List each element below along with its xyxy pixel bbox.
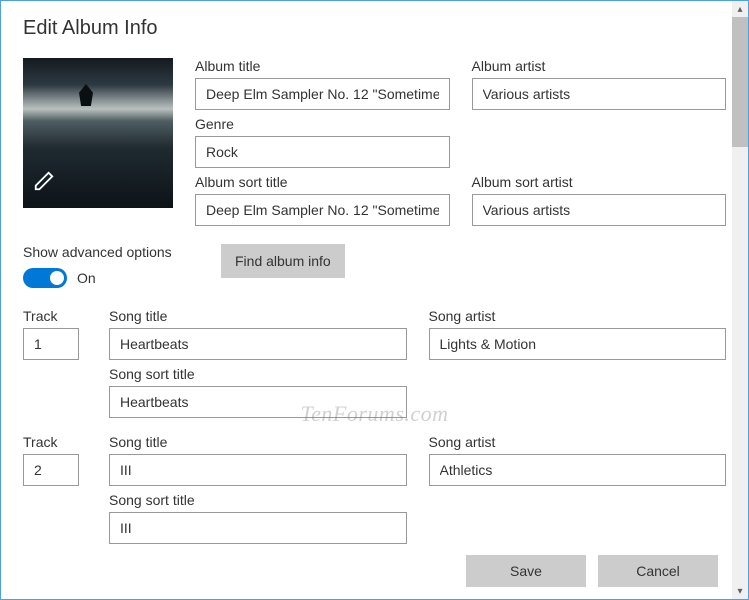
track-header: Track	[23, 434, 87, 450]
page-title: Edit Album Info	[23, 17, 726, 40]
song-artist-col: Song artist	[429, 308, 727, 360]
find-album-info-button[interactable]: Find album info	[221, 244, 345, 278]
track-num-col: Track	[23, 308, 87, 360]
genre-input[interactable]	[195, 136, 450, 168]
album-sort-artist-label: Album sort artist	[472, 174, 727, 190]
scroll-up-icon[interactable]: ▴	[732, 1, 748, 17]
song-artist-input[interactable]	[429, 328, 727, 360]
footer-buttons: Save Cancel	[466, 555, 718, 587]
album-artist-field: Album artist	[472, 58, 727, 110]
album-cover[interactable]	[23, 58, 173, 208]
album-sort-title-input[interactable]	[195, 194, 450, 226]
cancel-button[interactable]: Cancel	[598, 555, 718, 587]
song-sort-title-header: Song sort title	[109, 366, 407, 382]
album-sort-title-field: Album sort title	[195, 174, 450, 226]
album-title-field: Album title	[195, 58, 450, 110]
scroll-thumb[interactable]	[732, 17, 748, 147]
song-title-col: Song title	[109, 308, 407, 360]
song-title-header: Song title	[109, 434, 407, 450]
edit-album-window: Edit Album Info Album title Album artist	[0, 0, 749, 600]
track-row: Track Song title Song artist Song sort t…	[23, 434, 726, 544]
album-sort-artist-input[interactable]	[472, 194, 727, 226]
album-sort-title-label: Album sort title	[195, 174, 450, 190]
pencil-icon[interactable]	[33, 170, 55, 198]
toggle-row: On	[23, 268, 173, 288]
track-header: Track	[23, 308, 87, 324]
track-number-input[interactable]	[23, 454, 79, 486]
album-title-label: Album title	[195, 58, 450, 74]
track-num-col: Track	[23, 434, 87, 486]
advanced-state: On	[77, 270, 96, 286]
song-sort-title-header: Song sort title	[109, 492, 407, 508]
save-button[interactable]: Save	[466, 555, 586, 587]
song-artist-header: Song artist	[429, 308, 727, 324]
advanced-toggle-group: Show advanced options On	[23, 244, 173, 288]
album-fields: Album title Album artist Genre Album sor…	[195, 58, 726, 226]
album-sort-artist-field: Album sort artist	[472, 174, 727, 226]
song-sort-title-col: Song sort title	[109, 366, 407, 418]
scroll-down-icon[interactable]: ▾	[732, 583, 748, 599]
advanced-label: Show advanced options	[23, 244, 173, 260]
track-row: Track Song title Song artist Song sort t…	[23, 308, 726, 418]
song-artist-header: Song artist	[429, 434, 727, 450]
genre-field: Genre	[195, 116, 450, 168]
song-title-input[interactable]	[109, 454, 407, 486]
song-artist-col: Song artist	[429, 434, 727, 486]
song-title-header: Song title	[109, 308, 407, 324]
scrollbar[interactable]: ▴ ▾	[732, 1, 748, 599]
genre-label: Genre	[195, 116, 450, 132]
track-number-input[interactable]	[23, 328, 79, 360]
song-title-input[interactable]	[109, 328, 407, 360]
album-section: Album title Album artist Genre Album sor…	[23, 58, 726, 226]
album-artist-input[interactable]	[472, 78, 727, 110]
song-sort-title-col: Song sort title	[109, 492, 407, 544]
advanced-toggle[interactable]	[23, 268, 67, 288]
song-sort-title-input[interactable]	[109, 386, 407, 418]
song-sort-title-input[interactable]	[109, 512, 407, 544]
content-area: Edit Album Info Album title Album artist	[1, 1, 748, 599]
album-artist-label: Album artist	[472, 58, 727, 74]
song-artist-input[interactable]	[429, 454, 727, 486]
advanced-row: Show advanced options On Find album info	[23, 244, 726, 288]
song-title-col: Song title	[109, 434, 407, 486]
album-title-input[interactable]	[195, 78, 450, 110]
